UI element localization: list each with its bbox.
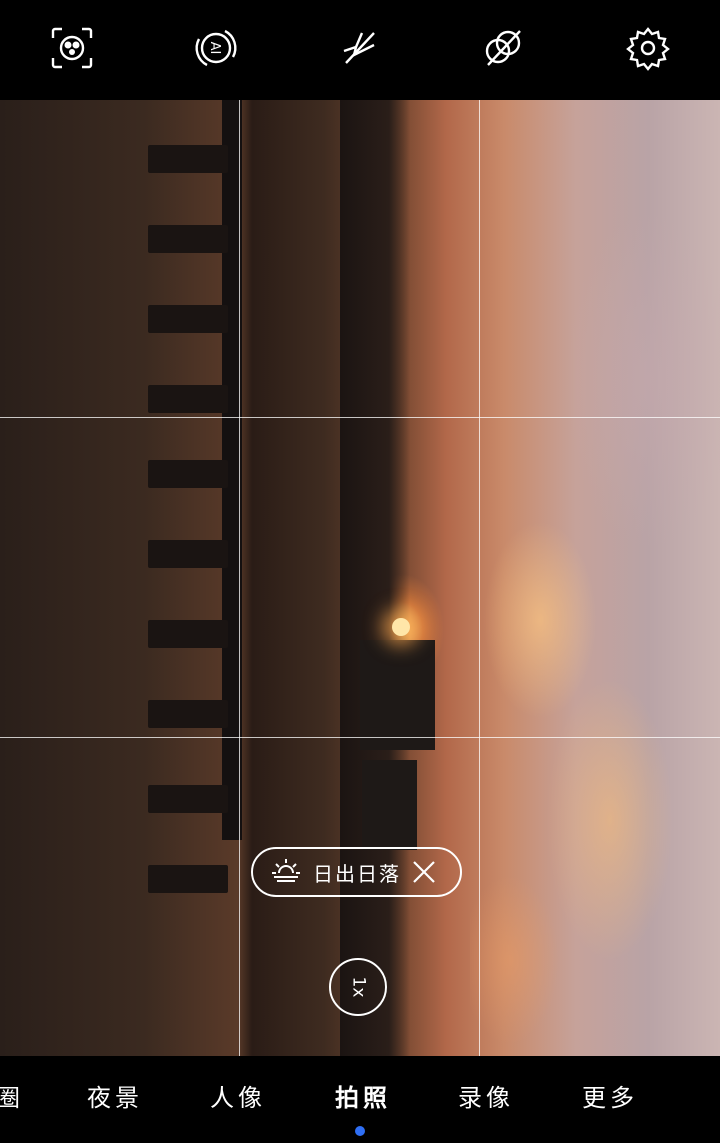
top-toolbar: AI [0,0,720,100]
mode-item-video[interactable]: 录像 [458,1078,514,1113]
zoom-label: 1x [347,976,368,998]
scene-detection-chip: 日出日落 [251,847,462,897]
settings-gear-icon[interactable] [625,25,671,71]
mode-selector: 圈 夜景 人像 拍照 录像 更多 [0,1056,720,1143]
mode-item-partial[interactable]: 圈 [0,1078,24,1113]
grid-line [479,100,480,1056]
pier-leg [148,865,228,893]
shoreline-silhouette [340,100,410,1056]
active-mode-indicator [355,1126,365,1136]
mode-item-more[interactable]: 更多 [582,1078,638,1113]
filter-off-icon[interactable] [480,25,526,71]
pier-leg [148,785,228,813]
close-icon[interactable] [411,859,437,885]
mode-item-photo[interactable]: 拍照 [335,1078,391,1113]
city-buildings [360,640,435,750]
pier-leg [148,620,228,648]
flash-off-icon[interactable] [336,25,382,71]
mode-item-portrait[interactable]: 人像 [210,1078,266,1113]
pier-leg [148,385,228,413]
pier-leg [148,540,228,568]
grid-line [0,417,720,418]
sun [392,618,410,636]
zoom-button[interactable]: 1x [329,958,387,1016]
pier-leg [148,460,228,488]
pier-leg [148,145,228,173]
pier-leg [148,305,228,333]
sunrise-icon [271,857,301,887]
sky-clouds [470,100,720,1056]
ai-lens-icon[interactable] [49,25,95,71]
camera-viewfinder[interactable]: 日出日落 1x [0,100,720,1056]
ai-master-icon[interactable]: AI [193,25,239,71]
pier-leg [148,225,228,253]
grid-line [0,737,720,738]
city-buildings [362,760,417,850]
scene-label: 日出日落 [313,861,401,886]
svg-text:AI: AI [207,42,222,55]
pier-leg [148,700,228,728]
mode-item-night[interactable]: 夜景 [87,1078,143,1113]
grid-line [239,100,240,1056]
